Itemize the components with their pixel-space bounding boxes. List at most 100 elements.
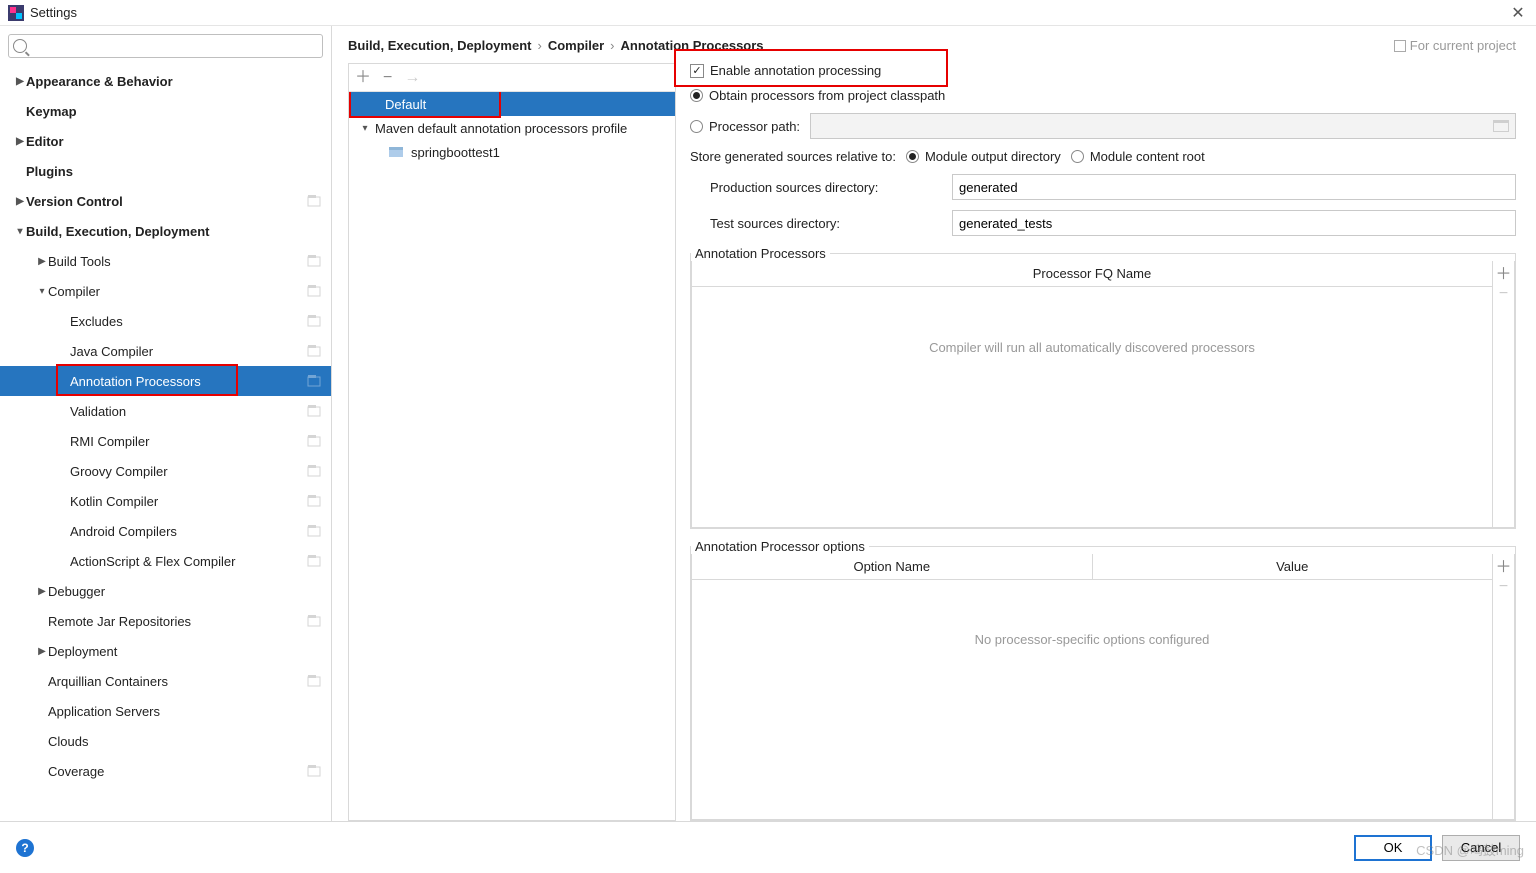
- sidebar-item-editor[interactable]: ▶Editor: [0, 126, 331, 156]
- chevron-icon: ▶: [36, 646, 48, 657]
- breadcrumb-part: Build, Execution, Deployment: [348, 38, 531, 53]
- radio-icon: [906, 150, 919, 163]
- sidebar-item-appearance-behavior[interactable]: ▶Appearance & Behavior: [0, 66, 331, 96]
- processors-fieldset: Annotation Processors Processor FQ Name …: [690, 246, 1516, 529]
- sidebar-item-plugins[interactable]: Plugins: [0, 156, 331, 186]
- sidebar-item-version-control[interactable]: ▶Version Control: [0, 186, 331, 216]
- remove-profile-button[interactable]: −: [383, 70, 392, 86]
- sidebar-item-label: Remote Jar Repositories: [48, 614, 307, 629]
- search-input[interactable]: [8, 34, 323, 58]
- sidebar-item-actionscript-flex-compiler[interactable]: ActionScript & Flex Compiler: [0, 546, 331, 576]
- sidebar-item-label: Clouds: [48, 734, 321, 749]
- sidebar-item-arquillian-containers[interactable]: Arquillian Containers: [0, 666, 331, 696]
- search-icon: [13, 39, 27, 53]
- sidebar-item-rmi-compiler[interactable]: RMI Compiler: [0, 426, 331, 456]
- test-dir-label: Test sources directory:: [690, 216, 942, 231]
- enable-annotation-checkbox[interactable]: Enable annotation processing: [690, 63, 1516, 78]
- sidebar-item-kotlin-compiler[interactable]: Kotlin Compiler: [0, 486, 331, 516]
- remove-option-button[interactable]: −: [1493, 576, 1514, 598]
- test-dir-input[interactable]: [952, 210, 1516, 236]
- prod-dir-input[interactable]: [952, 174, 1516, 200]
- module-content-radio[interactable]: Module content root: [1071, 149, 1205, 164]
- sidebar-item-validation[interactable]: Validation: [0, 396, 331, 426]
- close-icon[interactable]: ✕: [1508, 3, 1528, 23]
- window-title: Settings: [30, 5, 1508, 20]
- profile-label: Default: [381, 97, 426, 112]
- obtain-classpath-radio[interactable]: Obtain processors from project classpath: [690, 88, 1516, 103]
- project-scope-icon: [307, 524, 321, 538]
- add-profile-button[interactable]: ＋: [355, 70, 371, 86]
- sidebar-item-label: RMI Compiler: [70, 434, 307, 449]
- settings-tree[interactable]: ▶Appearance & Behavior Keymap ▶EditorPlugi…: [0, 64, 331, 821]
- processor-path-input[interactable]: [810, 113, 1516, 139]
- sidebar-item-android-compilers[interactable]: Android Compilers: [0, 516, 331, 546]
- cancel-button[interactable]: Cancel: [1442, 835, 1520, 861]
- scope-label: For current project: [1394, 38, 1516, 53]
- project-scope-icon: [307, 344, 321, 358]
- project-scope-icon: [307, 404, 321, 418]
- add-option-button[interactable]: ＋: [1493, 554, 1514, 576]
- project-scope-icon: [307, 554, 321, 568]
- sidebar-item-label: Keymap: [26, 104, 321, 119]
- sidebar-item-label: Java Compiler: [70, 344, 307, 359]
- profile-panel: ＋ − → Default ▾Maven default annotation p…: [348, 63, 676, 821]
- sidebar-item-label: ActionScript & Flex Compiler: [70, 554, 307, 569]
- chevron-icon: ▶: [14, 136, 26, 147]
- sidebar-item-label: Android Compilers: [70, 524, 307, 539]
- sidebar-item-build-tools[interactable]: ▶Build Tools: [0, 246, 331, 276]
- option-name-header: Option Name: [692, 554, 1093, 579]
- project-scope-icon: [307, 314, 321, 328]
- sidebar-item-label: Annotation Processors: [70, 374, 307, 389]
- sidebar-item-compiler[interactable]: ▾Compiler: [0, 276, 331, 306]
- remove-processor-button[interactable]: −: [1493, 283, 1514, 305]
- profile-maven-default-annotation-processors-profile[interactable]: ▾Maven default annotation processors pro…: [349, 116, 675, 140]
- sidebar-item-build-execution-deployment[interactable]: ▾Build, Execution, Deployment: [0, 216, 331, 246]
- dialog-footer: ? OK Cancel: [0, 821, 1536, 873]
- chevron-right-icon: ›: [537, 38, 541, 53]
- processor-path-radio[interactable]: Processor path:: [690, 119, 800, 134]
- sidebar-item-label: Application Servers: [48, 704, 321, 719]
- sidebar-item-keymap[interactable]: Keymap: [0, 96, 331, 126]
- help-icon[interactable]: ?: [16, 839, 34, 857]
- profile-springboottest1[interactable]: springboottest1: [349, 140, 675, 164]
- sidebar-item-deployment[interactable]: ▶Deployment: [0, 636, 331, 666]
- sidebar-item-remote-jar-repositories[interactable]: Remote Jar Repositories: [0, 606, 331, 636]
- sidebar-item-application-servers[interactable]: Application Servers: [0, 696, 331, 726]
- chevron-down-icon: ▾: [359, 123, 371, 134]
- processors-empty-text: Compiler will run all automatically disc…: [692, 287, 1492, 407]
- sidebar-item-debugger[interactable]: ▶Debugger: [0, 576, 331, 606]
- project-scope-icon: [307, 494, 321, 508]
- sidebar-item-java-compiler[interactable]: Java Compiler: [0, 336, 331, 366]
- ok-button[interactable]: OK: [1354, 835, 1432, 861]
- sidebar-item-groovy-compiler[interactable]: Groovy Compiler: [0, 456, 331, 486]
- sidebar-item-annotation-processors[interactable]: Annotation Processors: [0, 366, 331, 396]
- options-empty-text: No processor-specific options configured: [692, 580, 1492, 700]
- sidebar-item-clouds[interactable]: Clouds: [0, 726, 331, 756]
- sidebar-item-excludes[interactable]: Excludes: [0, 306, 331, 336]
- option-value-header: Value: [1093, 554, 1493, 579]
- processors-table[interactable]: Processor FQ Name Compiler will run all …: [691, 261, 1493, 528]
- radio-icon: [1071, 150, 1084, 163]
- profile-list[interactable]: Default ▾Maven default annotation process…: [349, 92, 675, 820]
- prod-dir-label: Production sources directory:: [690, 180, 942, 195]
- radio-icon: [690, 120, 703, 133]
- project-scope-icon: [307, 464, 321, 478]
- add-processor-button[interactable]: ＋: [1493, 261, 1514, 283]
- profile-label: springboottest1: [407, 145, 500, 160]
- radio-icon: [690, 89, 703, 102]
- profile-default[interactable]: Default: [349, 92, 675, 116]
- titlebar: Settings ✕: [0, 0, 1536, 26]
- sidebar-item-coverage[interactable]: Coverage: [0, 756, 331, 786]
- sidebar-item-label: Groovy Compiler: [70, 464, 307, 479]
- options-table[interactable]: Option Name Value No processor-specific …: [691, 554, 1493, 821]
- processor-fqname-header: Processor FQ Name: [692, 261, 1492, 286]
- settings-sidebar: ▶Appearance & Behavior Keymap ▶EditorPlugi…: [0, 26, 332, 821]
- profile-label: Maven default annotation processors prof…: [371, 121, 627, 136]
- folder-icon[interactable]: [1493, 120, 1509, 132]
- sidebar-item-label: Arquillian Containers: [48, 674, 307, 689]
- project-scope-icon: [307, 374, 321, 388]
- sidebar-item-label: Version Control: [26, 194, 307, 209]
- move-to-button[interactable]: →: [404, 70, 420, 86]
- project-scope-icon: [307, 194, 321, 208]
- module-output-radio[interactable]: Module output directory: [906, 149, 1061, 164]
